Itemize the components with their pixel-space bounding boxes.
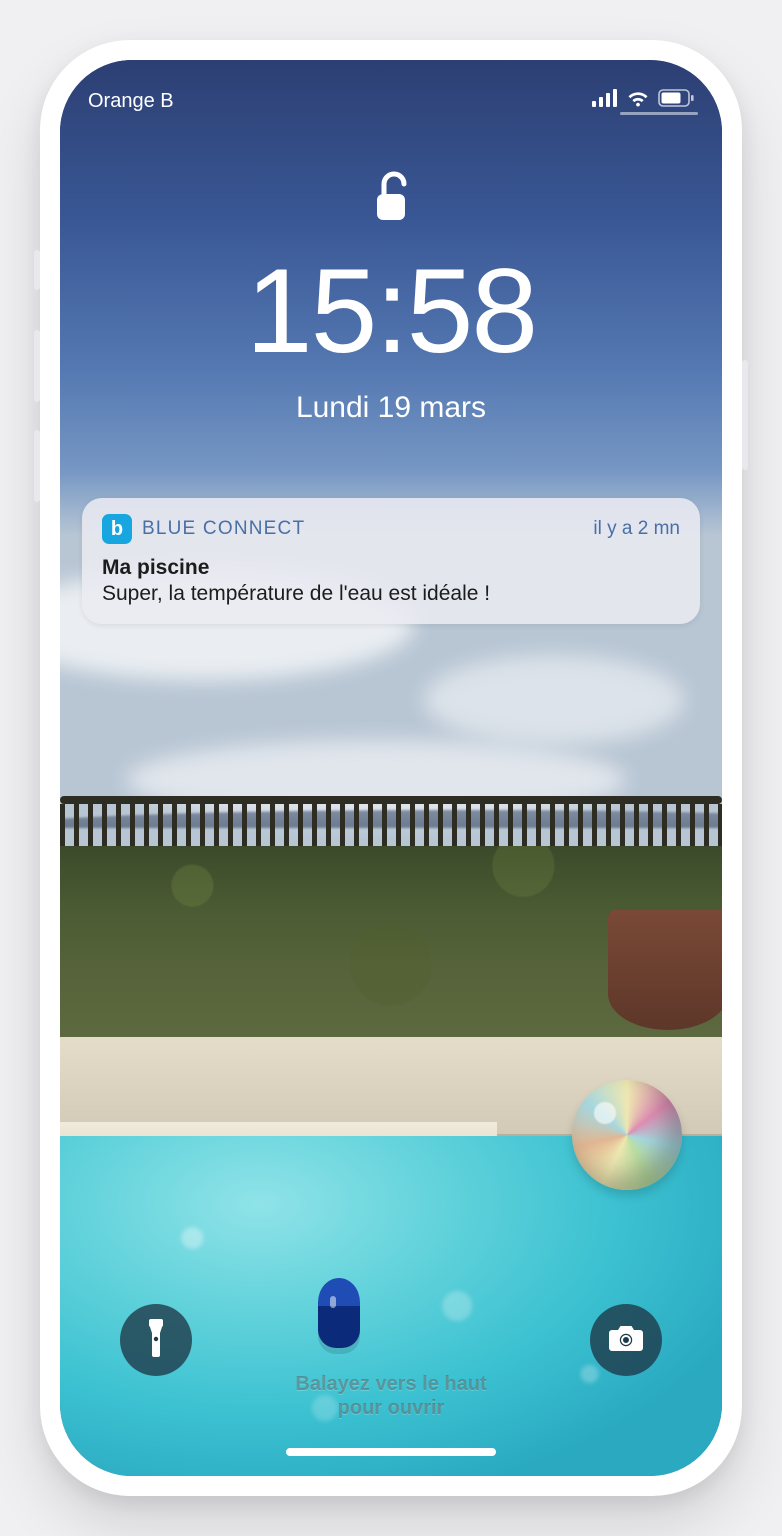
- unlock-hint: Balayez vers le haut pour ouvrir: [60, 1372, 722, 1420]
- wallpaper-pool-sensor: [318, 1278, 360, 1348]
- power-button[interactable]: [742, 360, 748, 470]
- home-indicator[interactable]: [286, 1448, 496, 1456]
- volume-down-button[interactable]: [34, 430, 40, 502]
- notification-title: Ma piscine: [102, 556, 680, 580]
- notification-card[interactable]: b BLUE CONNECT il y a 2 mn Ma piscine Su…: [82, 498, 700, 624]
- wifi-icon: [626, 89, 650, 113]
- notification-timestamp: il y a 2 mn: [593, 518, 680, 540]
- wallpaper-cloud: [424, 655, 684, 745]
- app-icon-letter: b: [111, 519, 123, 539]
- clock-time: 15:58: [60, 251, 722, 371]
- status-underline: [620, 112, 698, 115]
- notification-header: b BLUE CONNECT il y a 2 mn: [102, 514, 680, 544]
- volume-up-button[interactable]: [34, 330, 40, 402]
- flashlight-button[interactable]: [120, 1304, 192, 1376]
- notification-body: Super, la température de l'eau est idéal…: [102, 582, 680, 606]
- phone-frame: Orange B: [40, 40, 742, 1496]
- lock-area: 15:58 Lundi 19 mars: [60, 170, 722, 425]
- camera-icon: [608, 1324, 644, 1357]
- unlock-icon: [371, 170, 411, 229]
- unlock-hint-line2: pour ouvrir: [60, 1396, 722, 1420]
- notification-app-name: BLUE CONNECT: [142, 518, 305, 540]
- cellular-icon: [592, 89, 618, 113]
- wallpaper-planter: [608, 910, 722, 1030]
- lock-screen[interactable]: Orange B: [60, 60, 722, 1476]
- app-icon: b: [102, 514, 132, 544]
- mute-switch[interactable]: [34, 250, 40, 290]
- status-bar: Orange B: [60, 60, 722, 120]
- flashlight-icon: [142, 1319, 170, 1362]
- carrier-label: Orange B: [88, 90, 174, 113]
- wallpaper-beach-ball: [572, 1080, 682, 1190]
- status-indicators: [592, 89, 694, 113]
- clock-date: Lundi 19 mars: [60, 391, 722, 425]
- battery-icon: [658, 89, 694, 113]
- camera-button[interactable]: [590, 1304, 662, 1376]
